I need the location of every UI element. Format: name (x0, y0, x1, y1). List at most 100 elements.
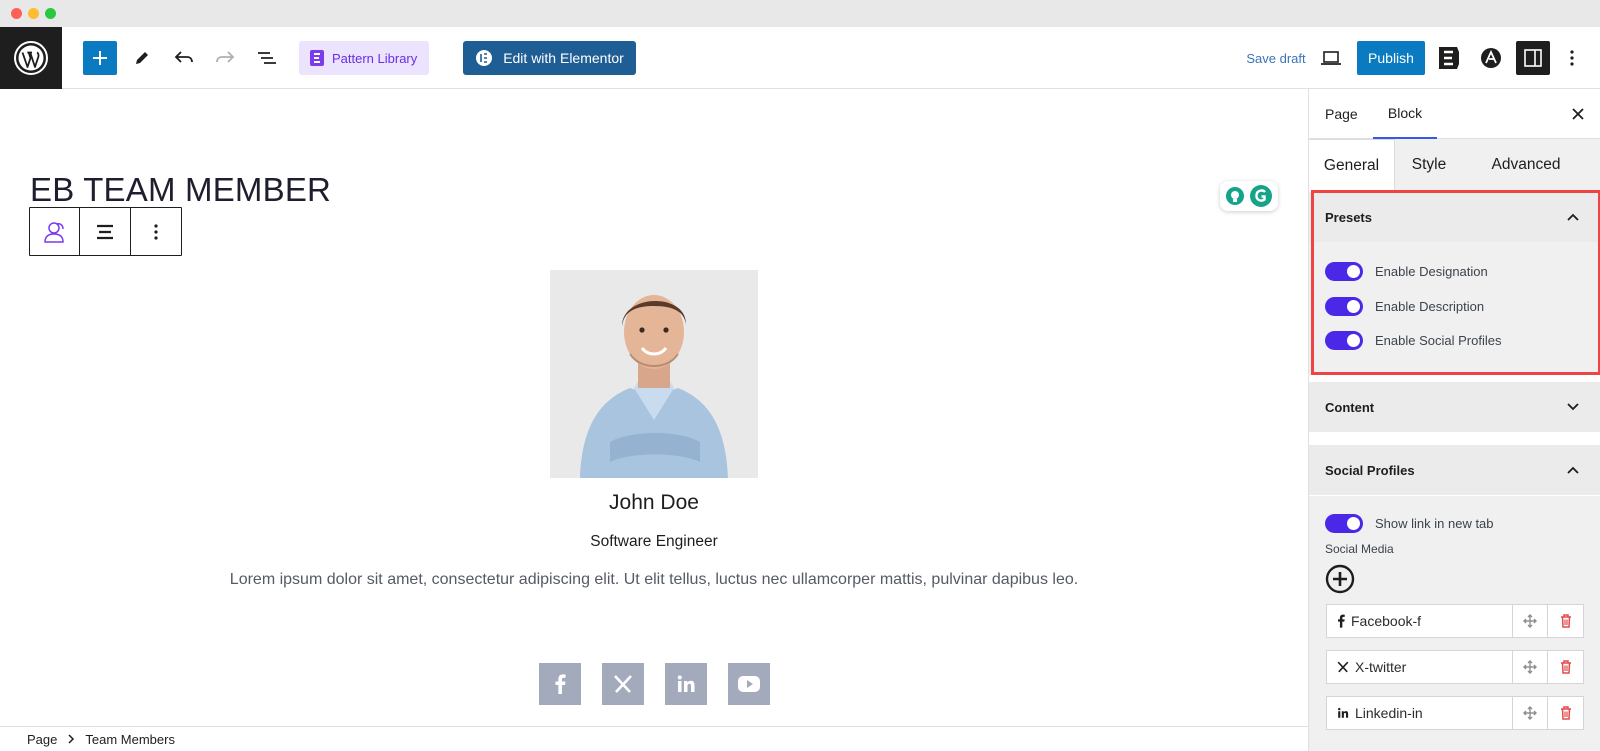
delete-social-item-button[interactable] (1548, 697, 1583, 729)
subtab-general[interactable]: General (1309, 139, 1395, 191)
document-overview-button[interactable] (250, 41, 284, 75)
social-profiles-panel-title: Social Profiles (1325, 462, 1415, 478)
preview-button[interactable] (1314, 41, 1348, 75)
subtab-advanced[interactable]: Advanced (1463, 139, 1589, 191)
close-sidebar-button[interactable] (1567, 103, 1589, 125)
pattern-library-label: Pattern Library (332, 50, 418, 66)
essential-blocks-icon (310, 50, 324, 66)
chevron-right-icon (68, 734, 75, 744)
breadcrumb-item-page[interactable]: Page (27, 732, 57, 747)
minimize-window-button[interactable] (28, 8, 39, 19)
add-block-button[interactable] (83, 41, 117, 75)
social-profiles-panel-header[interactable]: Social Profiles (1309, 445, 1600, 495)
chevron-down-icon (1567, 403, 1579, 411)
redo-button[interactable] (208, 41, 242, 75)
team-member-icon (43, 221, 64, 243)
linkedin-link[interactable] (665, 663, 707, 705)
social-media-item-x-twitter: X-twitter (1326, 650, 1584, 684)
move-icon (1523, 706, 1537, 720)
elementor-icon (476, 50, 493, 66)
member-photo[interactable] (550, 270, 758, 478)
member-portrait-image (550, 270, 758, 478)
breadcrumb-item-team-members[interactable]: Team Members (85, 732, 175, 747)
settings-sidebar-toggle[interactable] (1516, 41, 1550, 75)
essential-blocks-toolbar-button[interactable] (1432, 41, 1466, 75)
sidebar-icon (1524, 49, 1542, 67)
drag-handle[interactable] (1513, 605, 1548, 637)
redo-icon (216, 51, 235, 63)
social-media-item-name[interactable]: X-twitter (1327, 651, 1513, 683)
pencil-icon (136, 52, 148, 64)
delete-social-item-button[interactable] (1548, 651, 1583, 683)
member-description[interactable]: Lorem ipsum dolor sit amet, consectetur … (154, 571, 1154, 589)
block-settings-subtabs: General Style Advanced (1309, 139, 1600, 191)
facebook-icon (1338, 614, 1345, 628)
close-icon (1572, 108, 1584, 120)
social-media-item-name[interactable]: Linkedin-in (1327, 697, 1513, 729)
grammarly-icon (1250, 185, 1272, 207)
presets-highlight-box (1311, 190, 1600, 375)
laptop-icon (1321, 51, 1341, 65)
grammarly-widget[interactable] (1220, 181, 1278, 211)
trash-icon (1560, 706, 1571, 720)
trash-icon (1560, 660, 1571, 674)
delete-social-item-button[interactable] (1548, 605, 1583, 637)
tab-page[interactable]: Page (1325, 89, 1358, 139)
edit-with-elementor-label: Edit with Elementor (503, 50, 624, 66)
social-media-item-linkedin: Linkedin-in (1326, 696, 1584, 730)
trash-icon (1560, 614, 1571, 628)
wordpress-logo-button[interactable] (0, 27, 62, 89)
undo-button[interactable] (167, 41, 201, 75)
page-title[interactable]: EB TEAM MEMBER (30, 171, 331, 209)
chevron-up-icon (1567, 466, 1579, 474)
add-social-media-button[interactable] (1325, 564, 1355, 594)
settings-sidebar: Page Block General Style Advanced Preset… (1308, 89, 1600, 751)
publish-button[interactable]: Publish (1357, 41, 1425, 75)
move-icon (1523, 614, 1537, 628)
x-twitter-link[interactable] (602, 663, 644, 705)
youtube-link[interactable] (728, 663, 770, 705)
x-twitter-icon (1337, 661, 1349, 673)
lightbulb-icon (1226, 187, 1244, 205)
maximize-window-button[interactable] (45, 8, 56, 19)
edit-with-elementor-button[interactable]: Edit with Elementor (463, 41, 636, 75)
more-vertical-icon (154, 223, 158, 240)
x-twitter-icon (614, 675, 632, 693)
drag-handle[interactable] (1513, 651, 1548, 683)
tab-block[interactable]: Block (1373, 89, 1437, 139)
social-media-item-name[interactable]: Facebook-f (1327, 605, 1513, 637)
content-panel-header[interactable]: Content (1309, 382, 1600, 432)
member-designation[interactable]: Software Engineer (454, 533, 854, 551)
social-profiles-panel-body: Show link in new tab Social Media Facebo… (1309, 496, 1600, 751)
social-media-label: Social Media (1325, 542, 1394, 556)
sidebar-tabs: Page Block (1309, 89, 1600, 139)
options-menu-button[interactable] (1562, 41, 1582, 75)
alignment-button[interactable] (80, 208, 131, 255)
block-type-button[interactable] (30, 208, 81, 255)
close-window-button[interactable] (11, 8, 22, 19)
content-panel-title: Content (1325, 399, 1375, 415)
move-icon (1523, 660, 1537, 674)
list-view-icon (258, 52, 276, 64)
window-titlebar (0, 0, 1600, 27)
youtube-icon (738, 676, 760, 692)
facebook-icon (555, 674, 566, 694)
subtab-style[interactable]: Style (1395, 139, 1463, 191)
pattern-library-button[interactable]: Pattern Library (299, 41, 429, 75)
social-media-item-label: Linkedin-in (1355, 705, 1423, 721)
more-vertical-icon (1570, 50, 1574, 66)
facebook-link[interactable] (539, 663, 581, 705)
wordpress-icon (14, 41, 48, 75)
astra-button[interactable] (1474, 41, 1508, 75)
editor-top-toolbar: Pattern Library Edit with Elementor Save… (0, 27, 1600, 89)
plus-circle-icon (1325, 564, 1355, 594)
editor-canvas: EB TEAM MEMBER John Doe Software Enginee… (0, 89, 1308, 726)
member-name[interactable]: John Doe (454, 491, 854, 515)
plus-icon (93, 51, 107, 65)
drag-handle[interactable] (1513, 697, 1548, 729)
block-options-button[interactable] (131, 208, 181, 255)
align-center-icon (97, 224, 114, 239)
show-link-new-tab-toggle[interactable] (1325, 513, 1363, 533)
tools-button[interactable] (125, 41, 159, 75)
save-draft-button[interactable]: Save draft (1226, 41, 1326, 75)
